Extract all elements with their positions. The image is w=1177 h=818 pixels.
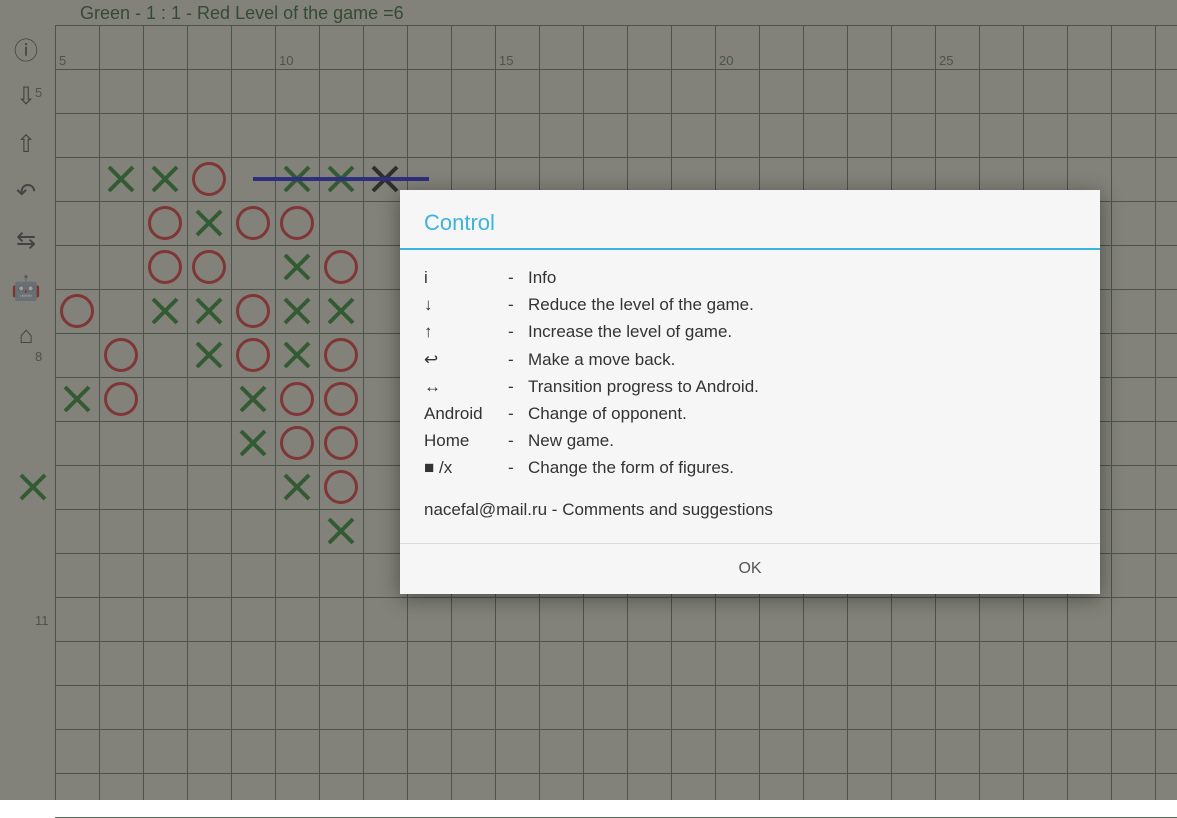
- help-description: Increase the level of game.: [528, 318, 1076, 345]
- help-dash: -: [508, 264, 528, 291]
- help-row: Home-New game.: [424, 427, 1076, 454]
- help-description: Info: [528, 264, 1076, 291]
- help-key: Home: [424, 427, 508, 454]
- dialog-title: Control: [400, 190, 1100, 248]
- help-dash: -: [508, 400, 528, 427]
- help-description: Make a move back.: [528, 346, 1076, 373]
- help-row: ↑-Increase the level of game.: [424, 318, 1076, 345]
- help-dash: -: [508, 454, 528, 481]
- help-row: ↓-Reduce the level of the game.: [424, 291, 1076, 318]
- help-dash: -: [508, 291, 528, 318]
- help-dash: -: [508, 318, 528, 345]
- help-description: Change of opponent.: [528, 400, 1076, 427]
- help-key: ↑: [424, 318, 508, 345]
- help-key: ■ /x: [424, 454, 508, 481]
- help-row: ↩-Make a move back.: [424, 346, 1076, 373]
- help-dash: -: [508, 427, 528, 454]
- help-description: New game.: [528, 427, 1076, 454]
- help-description: Reduce the level of the game.: [528, 291, 1076, 318]
- help-row: ■ /x-Change the form of figures.: [424, 454, 1076, 481]
- help-key: ↔: [424, 373, 508, 400]
- help-row: i-Info: [424, 264, 1076, 291]
- help-dash: -: [508, 346, 528, 373]
- help-row: ↔-Transition progress to Android.: [424, 373, 1076, 400]
- help-key: ↩: [424, 346, 508, 373]
- dialog-divider: [400, 248, 1100, 250]
- dialog-body: i-Info↓-Reduce the level of the game.↑-I…: [400, 264, 1100, 543]
- contact-info: nacefal@mail.ru - Comments and suggestio…: [424, 496, 1076, 523]
- ok-button[interactable]: OK: [400, 543, 1100, 594]
- help-key: Android: [424, 400, 508, 427]
- help-row: Android-Change of opponent.: [424, 400, 1076, 427]
- help-dash: -: [508, 373, 528, 400]
- help-description: Change the form of figures.: [528, 454, 1076, 481]
- help-description: Transition progress to Android.: [528, 373, 1076, 400]
- control-dialog: Control i-Info↓-Reduce the level of the …: [400, 190, 1100, 594]
- help-key: ↓: [424, 291, 508, 318]
- help-key: i: [424, 264, 508, 291]
